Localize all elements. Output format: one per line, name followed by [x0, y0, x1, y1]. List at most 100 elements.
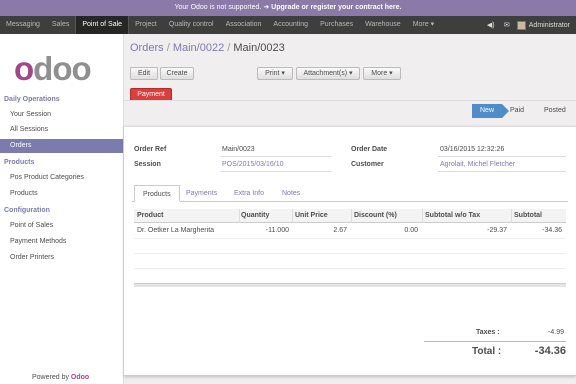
menu-warehouse[interactable]: Warehouse [359, 16, 407, 34]
section-configuration: Configuration [4, 207, 50, 214]
menu-project[interactable]: Project [129, 16, 163, 34]
table-footer [134, 283, 566, 287]
col-discount[interactable]: Discount (%) [354, 209, 397, 223]
more-button[interactable]: More ▾ [363, 67, 401, 80]
sidebar-item-order-printers[interactable]: Order Printers [0, 251, 123, 265]
form-sheet: Order Ref Main/0023 Session POS/2015/03/… [124, 126, 576, 376]
status-bar: New Paid Posted [124, 100, 576, 120]
menu-quality-control[interactable]: Quality control [163, 16, 220, 34]
edit-button[interactable]: Edit [130, 67, 158, 80]
chat-icon[interactable]: ✉ [501, 21, 513, 29]
session-label: Session [134, 161, 161, 168]
session-link[interactable]: POS/2015/03/16/10 [222, 161, 284, 168]
order-date-underline [438, 156, 566, 157]
row-divider [134, 253, 566, 254]
col-separator [239, 209, 240, 223]
menu-association[interactable]: Association [220, 16, 268, 34]
status-paid[interactable]: Paid [502, 104, 532, 118]
top-menu: Messaging Sales Point of Sale Project Qu… [0, 16, 576, 34]
sidebar-item-pos-product-categories[interactable]: Pos Product Categories [0, 171, 123, 185]
tab-notes[interactable]: Notes [274, 185, 308, 202]
line-quantity: -11.000 [265, 227, 289, 234]
customer-underline [438, 171, 566, 172]
breadcrumb-separator: / [227, 42, 231, 54]
menu-purchases[interactable]: Purchases [314, 16, 359, 34]
order-date-label: Order Date [351, 146, 388, 153]
status-posted[interactable]: Posted [536, 104, 574, 118]
line-unit-price: 2.67 [333, 227, 347, 234]
row-divider [134, 268, 566, 269]
breadcrumb-current: Main/0023 [233, 42, 285, 54]
breadcrumb-main-0022[interactable]: Main/0022 [173, 42, 224, 54]
upgrade-link[interactable]: Upgrade or register your contract here. [271, 4, 401, 11]
section-products: Products [4, 159, 35, 166]
logo-rest: doo [33, 50, 91, 87]
print-button[interactable]: Print ▾ [257, 67, 293, 80]
menu-messaging[interactable]: Messaging [0, 16, 46, 34]
breadcrumb-orders[interactable]: Orders [130, 42, 164, 54]
sidebar-item-orders[interactable]: Orders [0, 139, 123, 153]
status-new[interactable]: New [472, 104, 509, 118]
totals-divider [424, 341, 566, 342]
tab-products[interactable]: Products [134, 185, 180, 202]
odoo-logo[interactable]: odoo [14, 50, 92, 87]
table-header [134, 209, 566, 223]
banner-text: Your Odoo is not supported. [174, 4, 262, 11]
total-value: -34.36 [534, 345, 566, 357]
col-separator [292, 209, 293, 223]
taxes-label: Taxes : [476, 329, 500, 336]
col-separator [422, 209, 423, 223]
taxes-value: -4.99 [548, 329, 564, 336]
row-divider [134, 238, 566, 239]
tab-payments[interactable]: Payments [178, 185, 225, 202]
line-discount: 0.00 [404, 227, 418, 234]
col-product[interactable]: Product [137, 209, 163, 223]
col-separator [351, 209, 352, 223]
menu-sales[interactable]: Sales [46, 16, 76, 34]
tab-extra-info[interactable]: Extra Info [226, 185, 272, 202]
menu-more[interactable]: More ▾ [407, 16, 440, 34]
customer-link[interactable]: Agrolait, Michel Fletcher [440, 161, 515, 168]
notebook-tabs: Products Payments Extra Info Notes [132, 185, 568, 202]
order-ref-label: Order Ref [134, 146, 167, 153]
avatar[interactable] [516, 20, 526, 30]
order-date-value: 03/16/2015 12:32:26 [440, 146, 505, 153]
customer-label: Customer [351, 161, 384, 168]
order-ref-value: Main/0023 [222, 146, 255, 153]
main-content: Orders / Main/0022 / Main/0023 Edit Crea… [124, 34, 576, 384]
logo-first-letter: o [14, 50, 34, 87]
col-subtotal-wo-tax[interactable]: Subtotal w/o Tax [425, 209, 480, 223]
sidebar-item-all-sessions[interactable]: All Sessions [0, 123, 123, 137]
create-button[interactable]: Create [160, 67, 194, 80]
menu-accounting[interactable]: Accounting [267, 16, 314, 34]
speaker-icon[interactable]: ◀) [485, 21, 497, 29]
sidebar: odoo Daily Operations Your Session All S… [0, 34, 124, 384]
powered-by-brand[interactable]: Odoo [71, 374, 89, 381]
col-quantity[interactable]: Quantity [241, 209, 269, 223]
user-menu[interactable]: Administrator [529, 22, 570, 29]
support-banner: Your Odoo is not supported. ➜ Upgrade or… [0, 0, 576, 16]
total-label: Total : [472, 346, 502, 357]
section-daily-operations: Daily Operations [4, 96, 60, 103]
sidebar-item-products[interactable]: Products [0, 187, 123, 201]
sidebar-item-your-session[interactable]: Your Session [0, 108, 123, 122]
breadcrumb-separator: / [166, 42, 170, 54]
banner-arrow-icon: ➜ [263, 4, 272, 11]
menu-more-label: More [412, 21, 429, 28]
col-separator [511, 209, 512, 223]
powered-by: Powered by Odoo [32, 374, 89, 381]
col-subtotal[interactable]: Subtotal [514, 209, 542, 223]
session-underline [220, 171, 332, 172]
order-ref-underline [220, 156, 332, 157]
line-subtotal-wo-tax: -29.37 [487, 227, 507, 234]
col-unit-price[interactable]: Unit Price [295, 209, 328, 223]
systray: ◀) ✉ Administrator [485, 16, 576, 34]
sidebar-item-payment-methods[interactable]: Payment Methods [0, 235, 123, 249]
menu-point-of-sale[interactable]: Point of Sale [75, 16, 130, 34]
powered-by-label: Powered by [32, 374, 69, 381]
attachments-button[interactable]: Attachment(s) ▾ [296, 67, 360, 80]
breadcrumb: Orders / Main/0022 / Main/0023 [130, 42, 285, 54]
sidebar-item-point-of-sales[interactable]: Point of Sales [0, 219, 123, 233]
line-product[interactable]: Dr. Oetker La Margherita [137, 224, 214, 238]
line-subtotal: -34.36 [542, 227, 562, 234]
